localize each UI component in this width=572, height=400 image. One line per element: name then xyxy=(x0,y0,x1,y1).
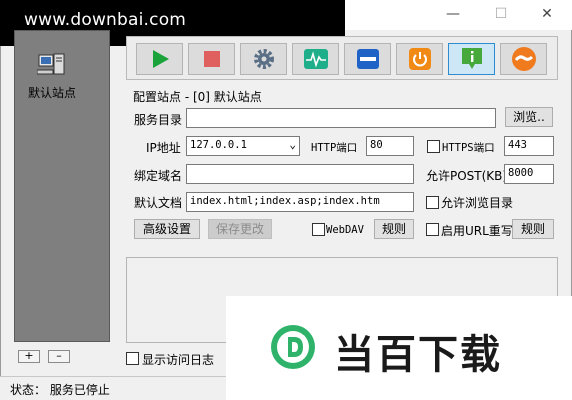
allow-browse-checkbox[interactable] xyxy=(426,196,439,209)
https-checkbox[interactable] xyxy=(427,140,440,153)
bind-domain-label: 绑定域名 xyxy=(134,169,183,183)
handshake-button[interactable] xyxy=(500,43,547,75)
browse-button[interactable]: 浏览.. xyxy=(505,107,553,127)
minimize-button[interactable]: — xyxy=(430,0,476,28)
power-button[interactable] xyxy=(396,43,443,75)
close-button[interactable]: ✕ xyxy=(524,0,570,28)
power-icon xyxy=(408,48,431,70)
allow-post-label: 允许POST(KB) xyxy=(426,169,508,183)
allow-browse-label: 允许浏览目录 xyxy=(441,196,514,210)
chevron-down-icon: ⌄ xyxy=(289,138,296,151)
save-changes-button[interactable]: 保存更改 xyxy=(208,219,272,239)
service-dir-label: 服务目录 xyxy=(134,113,183,127)
brand-logo-icon xyxy=(270,324,316,370)
webdav-rules-button[interactable]: 规则 xyxy=(374,219,414,239)
gear-icon xyxy=(253,49,274,69)
start-button[interactable] xyxy=(136,43,183,75)
http-port-label: HTTP端口 xyxy=(311,142,358,154)
section-title: 配置站点 - [0] 默认站点 xyxy=(133,90,262,104)
webdav-label: WebDAV xyxy=(326,224,364,236)
site-list-panel: 默认站点 xyxy=(14,30,110,342)
stop-icon xyxy=(203,51,220,67)
play-icon xyxy=(152,50,169,68)
info-button[interactable] xyxy=(448,43,495,75)
brand-watermark: 当百下载 xyxy=(226,296,572,400)
ip-label: IP地址 xyxy=(146,141,181,155)
bind-domain-input[interactable] xyxy=(186,164,414,184)
url-rewrite-rules-button[interactable]: 规则 xyxy=(512,219,554,239)
url-rewrite-checkbox[interactable] xyxy=(426,223,439,236)
settings-button[interactable] xyxy=(240,43,287,75)
http-port-input[interactable]: 80 xyxy=(366,136,414,156)
https-port-input[interactable]: 443 xyxy=(504,136,554,156)
maximize-button[interactable]: ☐ xyxy=(478,0,524,28)
default-doc-label: 默认文档 xyxy=(134,196,183,210)
https-port-label: HTTPS端口 xyxy=(442,142,495,154)
remove-site-button[interactable]: – xyxy=(48,350,70,363)
pulse-icon xyxy=(303,49,328,69)
service-dir-input[interactable] xyxy=(186,108,496,128)
ip-select[interactable]: 127.0.0.1 ⌄ xyxy=(186,136,300,156)
handshake-icon xyxy=(511,47,536,71)
allow-post-input[interactable]: 8000 xyxy=(504,164,554,184)
default-doc-input[interactable]: index.html;index.asp;index.htm xyxy=(186,192,414,212)
show-log-label: 显示访问日志 xyxy=(142,353,215,367)
status-text: 状态： 服务已停止 xyxy=(10,383,110,397)
url-rewrite-label: 启用URL重写 xyxy=(441,224,513,238)
advanced-settings-button[interactable]: 高级设置 xyxy=(134,219,200,239)
stop-button[interactable] xyxy=(188,43,235,75)
window-button[interactable] xyxy=(344,43,391,75)
site-item-default[interactable]: 默认站点 xyxy=(17,84,87,101)
webdav-checkbox[interactable] xyxy=(312,223,325,236)
monitor-button[interactable] xyxy=(292,43,339,75)
ip-value: 127.0.0.1 xyxy=(190,139,247,151)
server-icon xyxy=(36,53,67,81)
show-log-checkbox[interactable] xyxy=(126,352,139,365)
brand-name: 当百下载 xyxy=(334,332,502,378)
window-icon xyxy=(356,49,379,69)
info-icon xyxy=(461,48,482,69)
add-site-button[interactable]: + xyxy=(18,350,40,363)
toolbar xyxy=(126,36,558,80)
